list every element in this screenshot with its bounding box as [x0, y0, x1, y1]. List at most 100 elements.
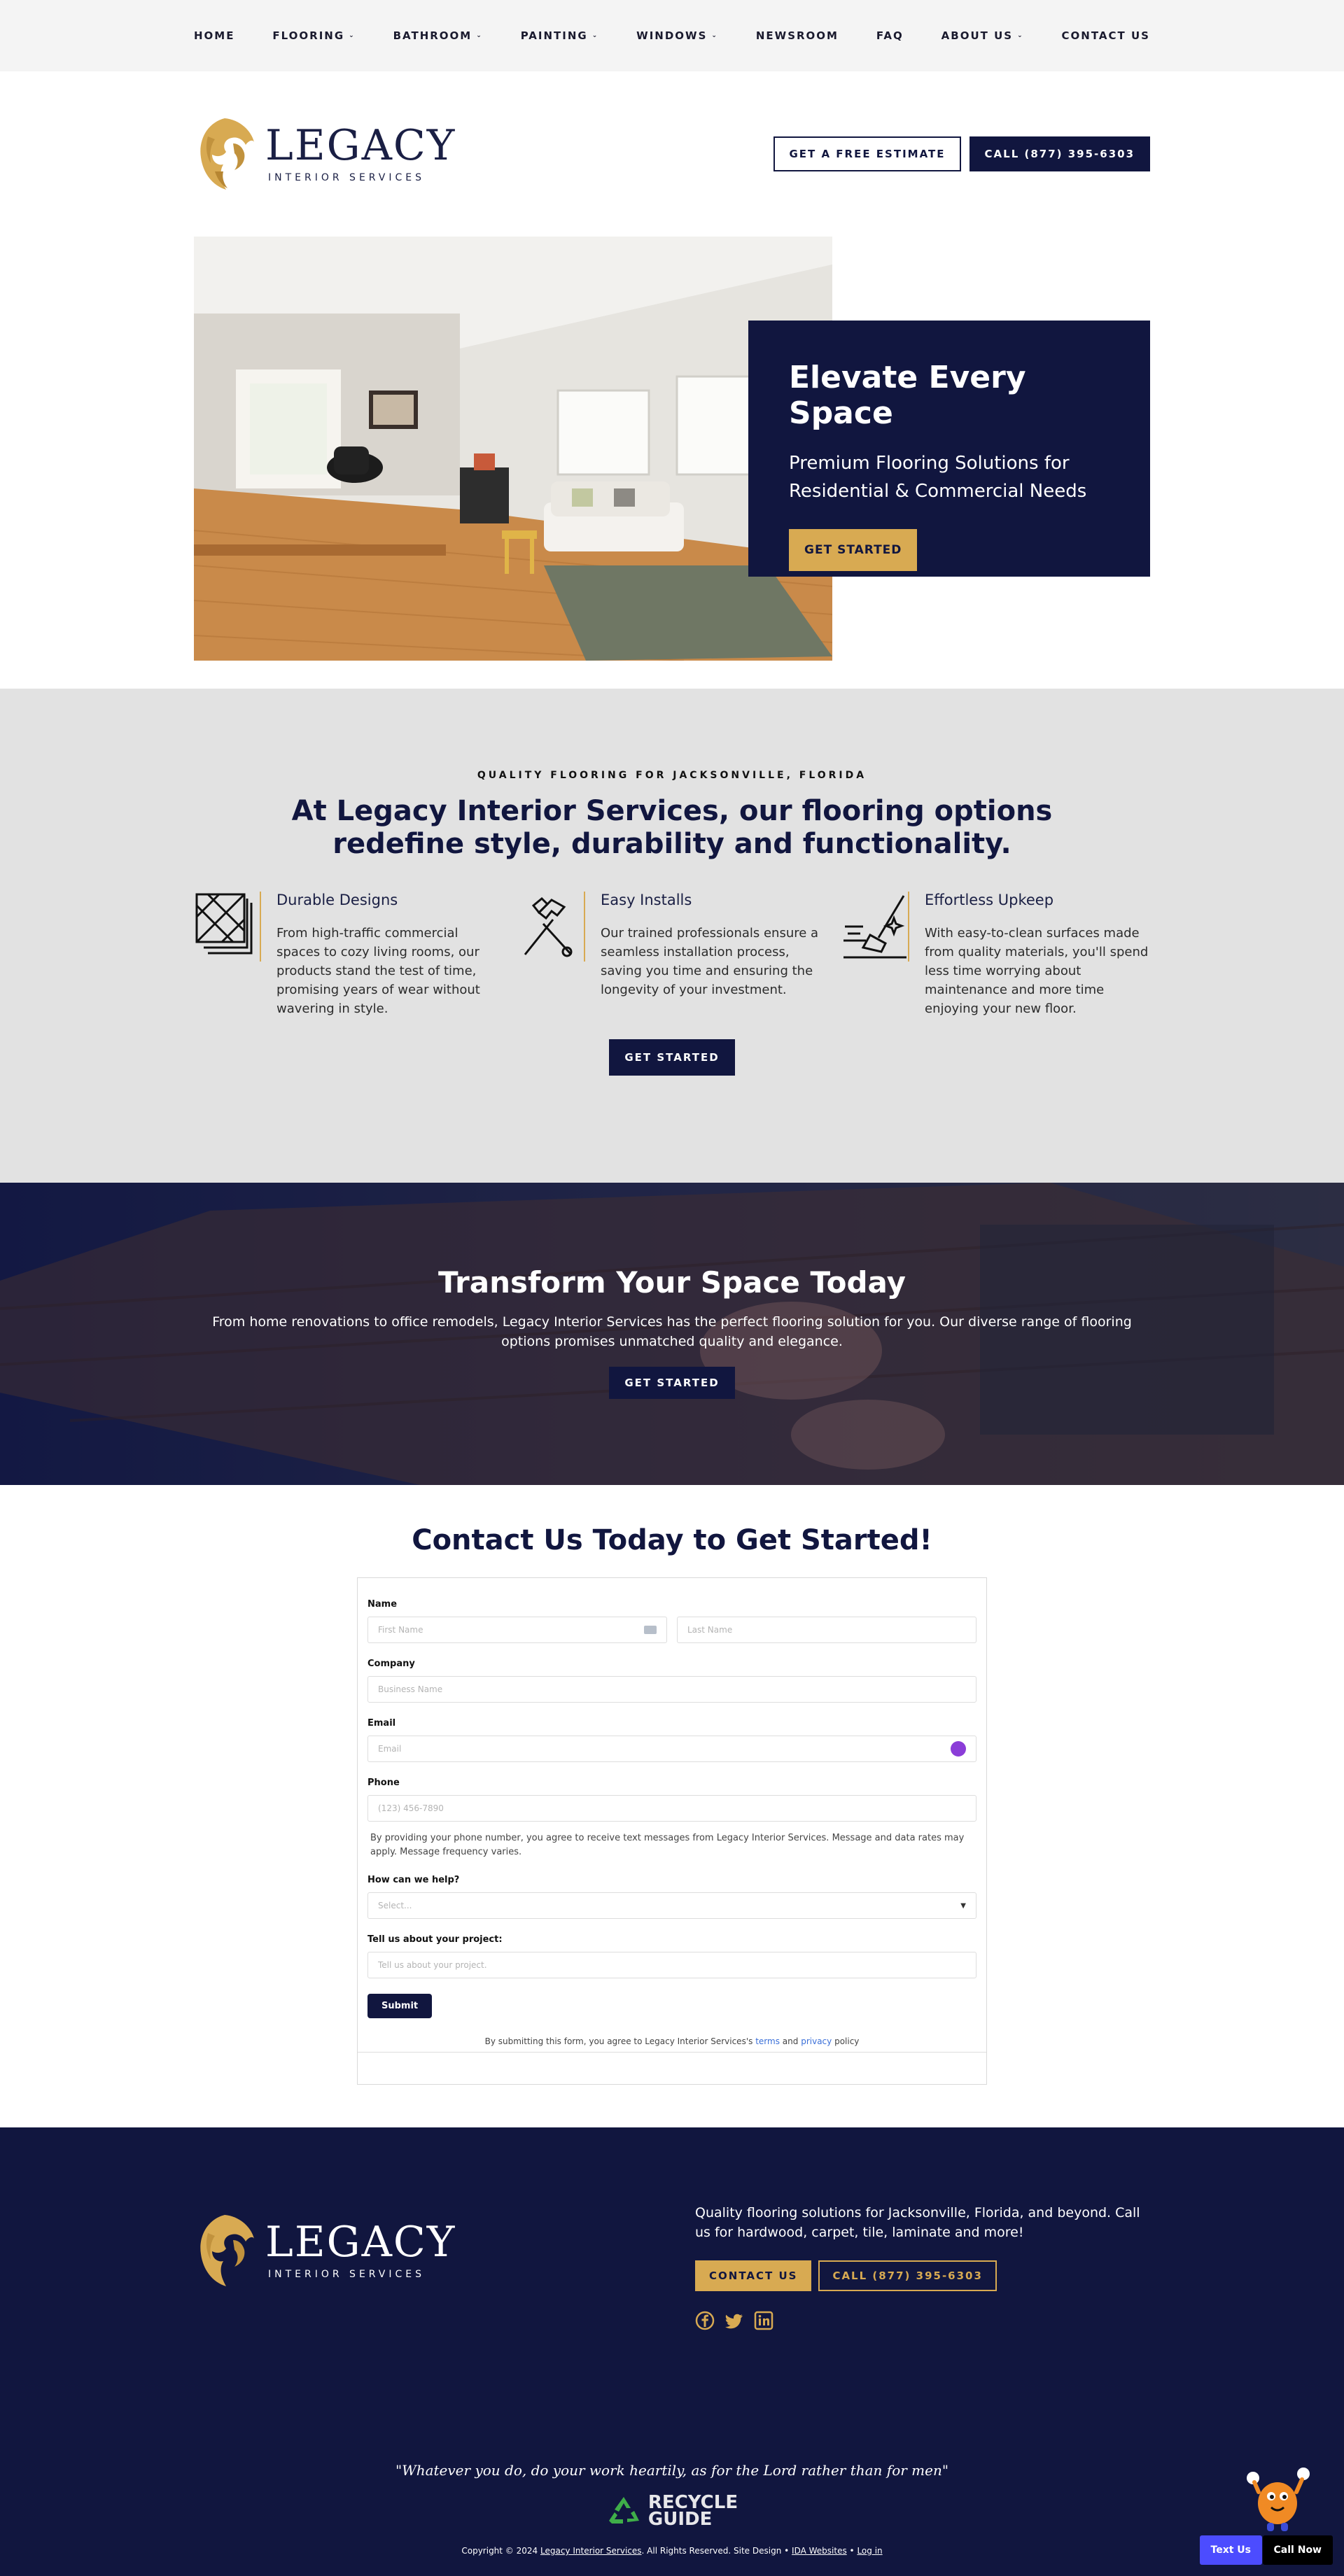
form-policy: By submitting this form, you agree to Le… — [368, 2036, 976, 2046]
nav-item-label: WINDOWS — [636, 29, 708, 42]
copyright-text: Copyright © 2024 — [461, 2546, 538, 2556]
recycle-icon — [608, 2497, 639, 2524]
nav-item[interactable]: HOME — [194, 29, 234, 42]
sms-consent-note: By providing your phone number, you agre… — [370, 1833, 965, 1857]
transform-section: Transform Your Space Today From home ren… — [0, 1183, 1344, 1485]
hero: Elevate Every Space Premium Flooring Sol… — [194, 237, 1150, 689]
company-label: Company — [368, 1659, 415, 1669]
nav-item-label: PAINTING — [520, 29, 588, 42]
twitter-icon[interactable] — [724, 2311, 744, 2330]
nav-item-label: HOME — [194, 29, 235, 42]
project-label: Tell us about your project: — [368, 1934, 503, 1945]
project-placeholder: Tell us about your project. — [378, 1960, 487, 1970]
nav-item-label: ABOUT US — [941, 29, 1014, 42]
nav-item[interactable]: NEWSROOM — [756, 29, 839, 42]
call-button[interactable]: CALL (877) 395-6303 — [969, 136, 1150, 171]
company-input[interactable]: Business Name — [368, 1676, 976, 1703]
policy-and: and — [782, 2036, 799, 2046]
email-placeholder: Email — [378, 1744, 402, 1754]
feature-item: Durable Designs From high-traffic commer… — [194, 892, 502, 1018]
first-name-input[interactable]: First Name — [368, 1617, 667, 1643]
company-link[interactable]: Legacy Interior Services — [540, 2546, 642, 2556]
nav-item[interactable]: FAQ — [876, 29, 904, 42]
nav-item[interactable]: WINDOWS ⌄ — [636, 29, 718, 42]
nav-item[interactable]: ABOUT US ⌄ — [941, 29, 1024, 42]
footer-call-button[interactable]: CALL (877) 395-6303 — [818, 2260, 997, 2291]
phone-label: Phone — [368, 1778, 400, 1788]
last-name-input[interactable]: Last Name — [677, 1617, 976, 1643]
features-heading: At Legacy Interior Services, our floorin… — [291, 795, 1053, 860]
chevron-down-icon: ⌄ — [476, 32, 483, 39]
logo-wordmark: LEGACY — [265, 121, 456, 170]
company-placeholder: Business Name — [378, 1684, 443, 1694]
lion-logo-icon — [200, 2215, 254, 2286]
site-design-link[interactable]: IDA Websites — [792, 2546, 847, 2556]
submit-button[interactable]: Submit — [368, 1994, 433, 2018]
footer-logo[interactable]: LEGACY INTERIOR SERVICES — [194, 2171, 456, 2330]
contact-title: Contact Us Today to Get Started! — [412, 1524, 932, 1556]
feature-item: Easy Installs Our trained professionals … — [518, 892, 826, 1018]
recycle-guide-badge[interactable]: RECYCLE GUIDE — [0, 2493, 1344, 2530]
nav-item[interactable]: BATHROOM ⌄ — [393, 29, 483, 42]
first-name-placeholder: First Name — [378, 1625, 424, 1635]
feature-title: Effortless Upkeep — [925, 892, 1054, 908]
nav-item[interactable]: FLOORING ⌄ — [272, 29, 355, 42]
footer-blurb: Quality flooring solutions for Jacksonvi… — [695, 2205, 1140, 2240]
feature-item: Effortless Upkeep With easy-to-clean sur… — [842, 892, 1150, 1018]
terms-link[interactable]: terms — [755, 2036, 780, 2046]
feature-text: From high-traffic commercial spaces to c… — [276, 926, 480, 1016]
call-now-button[interactable]: Call Now — [1262, 2535, 1333, 2565]
feature-text: With easy-to-clean surfaces made from qu… — [925, 926, 1149, 1016]
linkedin-icon[interactable] — [754, 2311, 774, 2330]
nav-item-label: FAQ — [876, 29, 904, 42]
lion-logo-icon — [200, 118, 254, 190]
help-label: How can we help? — [368, 1875, 460, 1885]
autofill-icon — [644, 1626, 657, 1634]
hero-card: Elevate Every Space Premium Flooring Sol… — [748, 321, 1150, 577]
policy-end: policy — [834, 2036, 860, 2046]
policy-text: By submitting this form, you agree to Le… — [484, 2036, 753, 2046]
email-input[interactable]: Email — [368, 1736, 976, 1762]
help-select[interactable]: Select... ▼ — [368, 1892, 976, 1919]
features-list: Durable Designs From high-traffic commer… — [194, 892, 1150, 1018]
features-section: QUALITY FLOORING FOR JACKSONVILLE, FLORI… — [0, 689, 1344, 1183]
hero-get-started-button[interactable]: GET STARTED — [789, 529, 918, 571]
tiles-icon — [194, 892, 261, 962]
footer-logo-wordmark: LEGACY — [265, 2218, 456, 2267]
login-link[interactable]: Log in — [857, 2546, 882, 2556]
features-get-started-button[interactable]: GET STARTED — [609, 1039, 735, 1076]
copyright: Copyright © 2024 Legacy Interior Service… — [0, 2546, 1344, 2556]
transform-title: Transform Your Space Today — [438, 1265, 906, 1300]
chevron-down-icon: ⌄ — [711, 32, 718, 39]
logo-tagline: INTERIOR SERVICES — [268, 172, 425, 183]
nav-item[interactable]: CONTACT US — [1062, 29, 1150, 42]
phone-input[interactable]: (123) 456-7890 — [368, 1795, 976, 1822]
nav-item-label: CONTACT US — [1061, 29, 1150, 42]
recycle-badge-line2: GUIDE — [648, 2509, 713, 2530]
copyright-mid: . All Rights Reserved. Site Design • — [641, 2546, 790, 2556]
feature-title: Durable Designs — [276, 892, 398, 908]
top-nav: HOME FLOORING ⌄ BATHROOM ⌄ PAINTING ⌄ WINDOWS ⌄ N… — [0, 0, 1344, 71]
footer-logo-tagline: INTERIOR SERVICES — [268, 2269, 425, 2280]
transform-get-started-button[interactable]: GET STARTED — [609, 1367, 735, 1399]
text-us-button[interactable]: Text Us — [1199, 2535, 1262, 2565]
chevron-down-icon: ⌄ — [349, 32, 356, 39]
hammer-icon — [518, 892, 585, 962]
contact-section: Contact Us Today to Get Started! Name Fi… — [0, 1485, 1344, 2127]
free-estimate-button[interactable]: GET A FREE ESTIMATE — [774, 136, 961, 171]
feature-title: Easy Installs — [601, 892, 692, 908]
features-kicker: QUALITY FLOORING FOR JACKSONVILLE, FLORI… — [477, 770, 867, 781]
password-manager-icon[interactable] — [951, 1741, 966, 1757]
facebook-icon[interactable] — [695, 2311, 715, 2330]
nav-item[interactable]: PAINTING ⌄ — [521, 29, 599, 42]
transform-text: From home renovations to office remodels… — [212, 1314, 1132, 1349]
chevron-down-icon: ▼ — [960, 1901, 966, 1910]
mascot-icon[interactable] — [1239, 2457, 1316, 2534]
footer-contact-button[interactable]: CONTACT US — [695, 2260, 812, 2291]
last-name-placeholder: Last Name — [687, 1625, 733, 1635]
nav-item-label: NEWSROOM — [755, 29, 839, 42]
privacy-link[interactable]: privacy — [801, 2036, 832, 2046]
site-footer: LEGACY INTERIOR SERVICES Quality floorin… — [0, 2127, 1344, 2576]
project-input[interactable]: Tell us about your project. — [368, 1952, 976, 1978]
site-logo[interactable]: LEGACY INTERIOR SERVICES — [194, 115, 456, 192]
